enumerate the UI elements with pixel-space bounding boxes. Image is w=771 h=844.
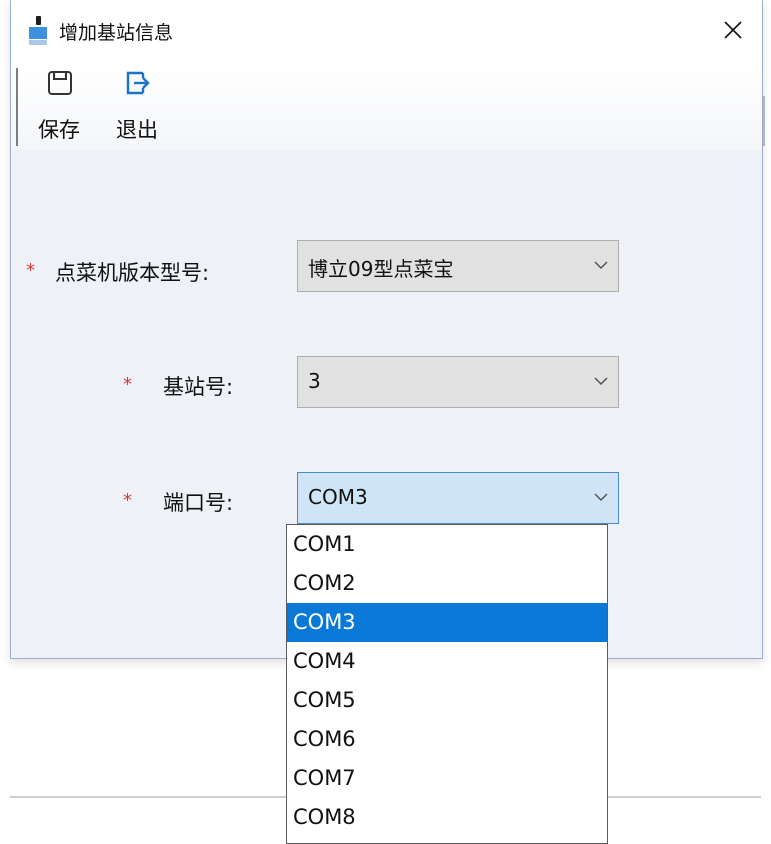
required-mark: * [123, 374, 132, 395]
port-option[interactable]: COM4 [287, 642, 607, 681]
port-option[interactable]: COM6 [287, 720, 607, 759]
port-select[interactable]: COM3 [297, 472, 619, 524]
station-value: 3 [308, 369, 321, 393]
model-label: 点菜机版本型号: [55, 261, 210, 285]
title-bar: 增加基站信息 [11, 0, 762, 62]
close-button[interactable] [711, 10, 755, 50]
toolbar-grip [16, 68, 18, 146]
chevron-down-icon [594, 493, 608, 502]
port-label: 端口号: [163, 491, 234, 515]
app-icon [28, 16, 50, 46]
required-mark: * [26, 260, 35, 281]
save-button[interactable]: 保存 [33, 64, 85, 144]
close-icon [724, 21, 742, 39]
port-option[interactable]: COM5 [287, 681, 607, 720]
port-option[interactable]: COM7 [287, 759, 607, 798]
exit-label: 退出 [116, 118, 158, 142]
background-divider [608, 796, 761, 798]
port-option[interactable]: COM1 [287, 525, 607, 564]
chevron-down-icon [594, 377, 608, 386]
save-icon [48, 71, 72, 95]
port-option-selected[interactable]: COM3 [287, 603, 607, 642]
toolbar-edge [763, 96, 765, 146]
port-option[interactable]: COM8 [287, 798, 607, 837]
station-label: 基站号: [163, 375, 234, 399]
model-select[interactable]: 博立09型点菜宝 [297, 240, 619, 292]
window-title: 增加基站信息 [59, 22, 174, 44]
station-select[interactable]: 3 [297, 356, 619, 408]
exit-icon [126, 71, 150, 95]
exit-button[interactable]: 退出 [111, 64, 163, 144]
model-value: 博立09型点菜宝 [308, 257, 454, 281]
port-value: COM3 [308, 485, 368, 509]
required-mark: * [123, 490, 132, 511]
save-label: 保存 [38, 118, 80, 142]
chevron-down-icon [594, 261, 608, 270]
port-dropdown-list: COM1 COM2 COM3 COM4 COM5 COM6 COM7 COM8 [286, 524, 608, 844]
toolbar: 保存 退出 [11, 62, 765, 150]
background-divider [10, 796, 288, 798]
port-option[interactable]: COM2 [287, 564, 607, 603]
